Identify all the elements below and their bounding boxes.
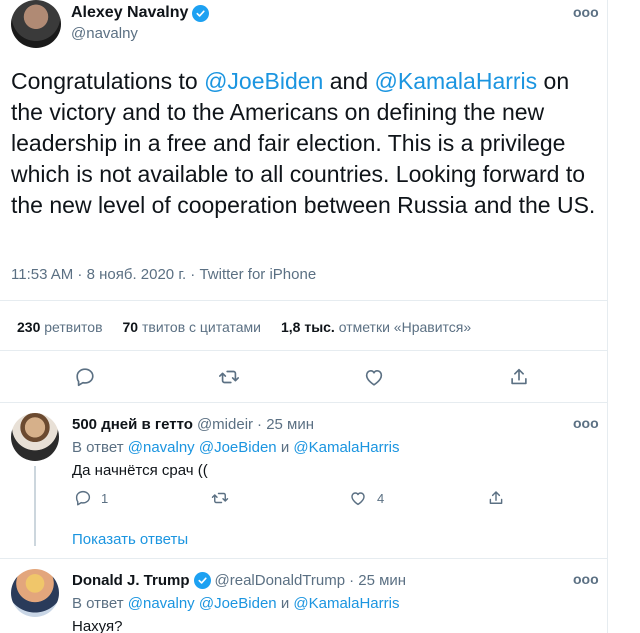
author-avatar[interactable] bbox=[11, 0, 61, 48]
reply-mention-link[interactable]: @navalny bbox=[128, 439, 195, 456]
likes-label: отметки «Нравится» bbox=[338, 319, 472, 335]
reply-mention-link[interactable]: @JoeBiden bbox=[199, 439, 277, 456]
author-handle[interactable]: @navalny bbox=[71, 25, 138, 42]
divider bbox=[0, 300, 607, 301]
reply-header: 500 дней в гетто @mideir · 25 мин bbox=[72, 416, 314, 433]
reply-count: 1 bbox=[101, 491, 109, 506]
divider bbox=[0, 558, 607, 559]
quotes-count: 70 bbox=[122, 319, 139, 335]
reply-text: Да начнётся срач (( bbox=[72, 462, 208, 479]
more-options-icon[interactable]: ooo bbox=[573, 5, 599, 19]
share-icon[interactable] bbox=[487, 489, 505, 507]
likes-count: 1,8 тыс. bbox=[280, 319, 335, 335]
mention-link-kamalaharris[interactable]: @KamalaHarris bbox=[375, 68, 538, 94]
likes-stat[interactable]: 1,8 тыс. отметки «Нравится» bbox=[281, 319, 471, 335]
retweets-count: 230 bbox=[17, 319, 41, 335]
like-icon[interactable] bbox=[349, 489, 367, 507]
reply-to-prefix: В ответ bbox=[72, 439, 124, 456]
tweet-text-part: and bbox=[323, 68, 375, 94]
more-options-icon[interactable]: ooo bbox=[573, 572, 599, 586]
tweet-meta[interactable]: 11:53 AM · 8 нояб. 2020 г. · Twitter for… bbox=[11, 266, 316, 283]
reply-to-and: и bbox=[280, 595, 290, 612]
reply-time[interactable]: · 25 мин bbox=[349, 572, 406, 589]
reply-to-prefix: В ответ bbox=[72, 595, 124, 612]
retweet-icon[interactable] bbox=[211, 489, 229, 507]
divider bbox=[0, 350, 607, 351]
verified-badge-icon bbox=[193, 572, 211, 589]
reply-author-name[interactable]: 500 дней в гетто bbox=[72, 416, 193, 433]
verified-badge-icon bbox=[192, 4, 210, 22]
tweet-stats: 230 ретвитов 70 твитов с цитатами 1,8 ты… bbox=[17, 319, 471, 335]
timeline-right-border bbox=[607, 0, 608, 633]
reply-text: Нахуя? bbox=[72, 618, 123, 633]
divider bbox=[0, 402, 607, 403]
retweets-stat[interactable]: 230 ретвитов bbox=[17, 319, 103, 335]
reply-avatar[interactable] bbox=[11, 413, 59, 461]
reply-author-handle[interactable]: @realDonaldTrump bbox=[215, 572, 346, 589]
reply-mention-link[interactable]: @KamalaHarris bbox=[293, 595, 399, 612]
reply-mention-link[interactable]: @navalny bbox=[128, 595, 195, 612]
reply-mention-link[interactable]: @JoeBiden bbox=[199, 595, 277, 612]
reply-time[interactable]: · 25 мин bbox=[257, 416, 314, 433]
reply-to-and: и bbox=[280, 439, 290, 456]
quotes-label: твитов с цитатами bbox=[141, 319, 261, 335]
author-name-row[interactable]: Alexey Navalny bbox=[71, 4, 210, 22]
reply-avatar[interactable] bbox=[11, 569, 59, 617]
like-icon[interactable] bbox=[363, 366, 385, 388]
reply-header: Donald J. Trump @realDonaldTrump · 25 ми… bbox=[72, 572, 406, 589]
retweet-icon[interactable] bbox=[218, 366, 240, 388]
tweet-text: Congratulations to @JoeBiden and @Kamala… bbox=[11, 66, 601, 221]
share-icon[interactable] bbox=[508, 366, 530, 388]
reply-author-handle[interactable]: @mideir bbox=[197, 416, 253, 433]
reply-mention-link[interactable]: @KamalaHarris bbox=[293, 439, 399, 456]
mention-link-joebiden[interactable]: @JoeBiden bbox=[204, 68, 323, 94]
more-options-icon[interactable]: ooo bbox=[573, 416, 599, 430]
retweets-label: ретвитов bbox=[44, 319, 103, 335]
like-count: 4 bbox=[377, 491, 385, 506]
show-replies-link[interactable]: Показать ответы bbox=[72, 531, 188, 548]
reply-to-line: В ответ @navalny @JoeBiden и @KamalaHarr… bbox=[72, 439, 399, 456]
quotes-stat[interactable]: 70 твитов с цитатами bbox=[123, 319, 261, 335]
tweet-text-part: Congratulations to bbox=[11, 68, 205, 94]
reply-author-name[interactable]: Donald J. Trump bbox=[72, 572, 190, 589]
reply-to-line: В ответ @navalny @JoeBiden и @KamalaHarr… bbox=[72, 595, 399, 612]
reply-icon[interactable] bbox=[74, 366, 96, 388]
reply-icon[interactable] bbox=[74, 489, 92, 507]
author-name[interactable]: Alexey Navalny bbox=[71, 4, 188, 22]
thread-connector-line bbox=[34, 466, 36, 546]
